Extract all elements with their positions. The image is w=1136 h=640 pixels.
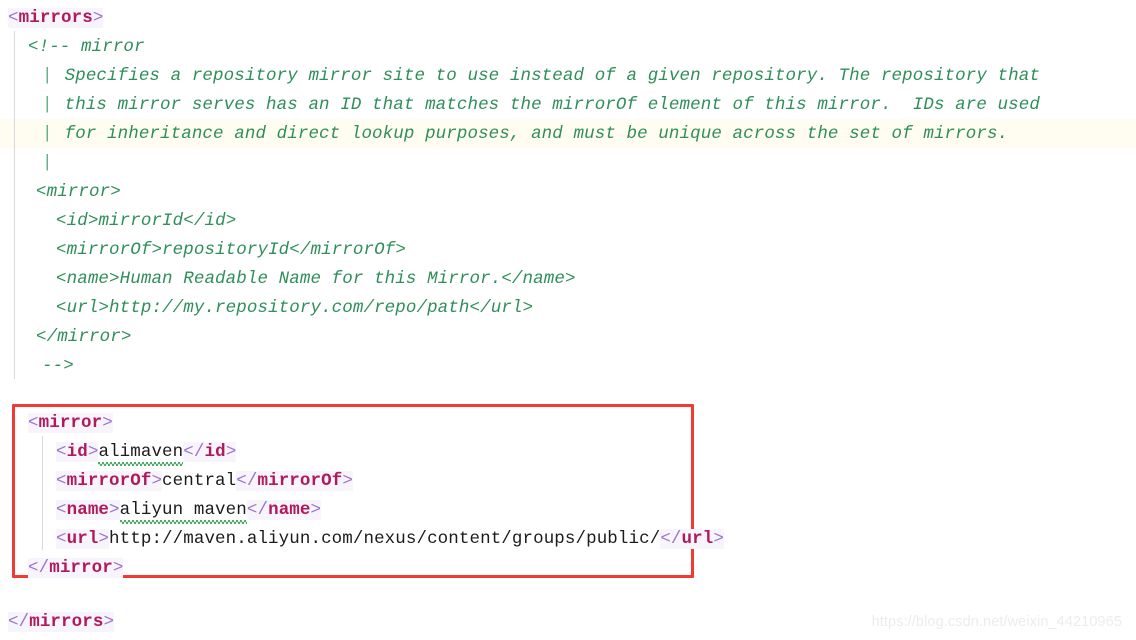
tag-name-id: id (66, 442, 88, 462)
angle-bracket-close: > (112, 558, 124, 578)
angle-bracket-close: > (109, 500, 120, 520)
comment-text-2: this mirror serves has an ID that matche… (64, 95, 1040, 115)
angle-bracket-close: > (310, 500, 322, 520)
angle-bracket-open-slash: </ (246, 500, 269, 520)
value-name: aliyun maven (119, 496, 248, 525)
angle-bracket-close: > (103, 612, 115, 632)
indent-guide-level-1 (14, 31, 15, 379)
code-line-active-mirrorof[interactable]: <mirrorOf>central</mirrorOf> (48, 467, 353, 496)
comment-close-marker: --> (42, 356, 74, 376)
angle-bracket-open-slash: </ (183, 442, 205, 462)
angle-bracket-open-slash: </ (28, 558, 50, 578)
code-line-comment-close[interactable]: --> (34, 352, 74, 381)
angle-bracket-open: < (8, 8, 19, 28)
sample-name-line: <name>Human Readable Name for this Mirro… (56, 269, 576, 289)
angle-bracket-close: > (92, 8, 104, 28)
code-line-mirrors-open[interactable]: <mirrors> (0, 4, 104, 33)
sample-mirrorof-line: <mirrorOf>repositoryId</mirrorOf> (56, 240, 406, 260)
tag-name-mirrorof: mirrorOf (66, 471, 152, 491)
tag-name-mirrors-close: mirrors (29, 612, 104, 632)
code-line-comment-2[interactable]: | this mirror serves has an ID that match… (34, 91, 1040, 120)
value-url: http://maven.aliyun.com/nexus/content/gr… (109, 529, 661, 549)
code-line-sample-id[interactable]: <id>mirrorId</id> (48, 207, 236, 236)
code-line-active-url[interactable]: <url>http://maven.aliyun.com/nexus/conte… (48, 525, 724, 554)
code-line-comment-3[interactable]: | for inheritance and direct lookup purpo… (34, 120, 1008, 149)
angle-bracket-close: > (98, 529, 110, 549)
comment-text-3: for inheritance and direct lookup purpos… (64, 124, 1009, 144)
angle-bracket-open-slash: </ (8, 612, 30, 632)
code-line-sample-mirror-open[interactable]: <mirror> (28, 178, 121, 207)
value-id: alimaven (98, 438, 183, 467)
angle-bracket-close: > (225, 442, 237, 462)
value-mirrorof: central (162, 471, 237, 491)
sample-mirror-open-tag: <mirror> (36, 182, 121, 202)
sample-name-value: Human Readable Name for this Mirror. (119, 269, 502, 289)
tag-name-url-close: url (681, 529, 714, 549)
tag-name-url: url (66, 529, 99, 549)
sample-name-tag: name (66, 269, 110, 289)
code-line-active-mirror-open[interactable]: <mirror> (20, 409, 113, 438)
sample-mirrorof-value: repositoryId (162, 240, 290, 260)
comment-bar-icon: | (42, 66, 53, 86)
code-line-comment-4[interactable]: | (34, 149, 65, 178)
sample-url-value: http://my.repository.com/repo/path (109, 298, 470, 318)
code-line-sample-url[interactable]: <url>http://my.repository.com/repo/path<… (48, 294, 533, 323)
code-line-sample-name[interactable]: <name>Human Readable Name for this Mirro… (48, 265, 576, 294)
angle-bracket-close: > (342, 471, 353, 491)
angle-bracket-open: < (56, 529, 67, 549)
tag-name-mirrorof-close: mirrorOf (257, 471, 343, 491)
angle-bracket-open: < (28, 413, 39, 433)
sample-id-tag-close: id (204, 211, 226, 231)
angle-bracket-close: > (151, 471, 163, 491)
code-line-sample-mirror-close[interactable]: </mirror> (28, 323, 131, 352)
tag-name-name-close: name (268, 500, 311, 520)
tag-name-id-close: id (204, 442, 226, 462)
angle-bracket-open: < (56, 471, 67, 491)
angle-bracket-close: > (87, 442, 99, 462)
code-line-comment-open[interactable]: <!-- mirror (20, 33, 145, 62)
code-line-comment-1[interactable]: | Specifies a repository mirror site to u… (34, 62, 1040, 91)
angle-bracket-close: > (102, 413, 113, 433)
sample-id-line: <id>mirrorId</id> (56, 211, 237, 231)
angle-bracket-open-slash: </ (660, 529, 682, 549)
comment-text-1: Specifies a repository mirror site to us… (64, 66, 1040, 86)
sample-mirrorof-tag-close: mirrorOf (310, 240, 396, 260)
sample-url-tag: url (66, 298, 99, 318)
angle-bracket-close: > (713, 529, 724, 549)
code-editor-surface[interactable]: <mirrors> <!-- mirror | Specifies a repos… (0, 0, 1136, 640)
tag-name-mirror-close: mirror (49, 558, 113, 578)
angle-bracket-open: < (56, 500, 67, 520)
code-line-active-mirror-close[interactable]: </mirror> (20, 554, 124, 583)
angle-bracket-open-slash: </ (236, 471, 258, 491)
sample-url-line: <url>http://my.repository.com/repo/path<… (56, 298, 534, 318)
comment-bar-icon: | (42, 153, 53, 173)
code-line-mirrors-close[interactable]: </mirrors> (0, 608, 115, 637)
tag-name-mirror: mirror (38, 413, 103, 433)
code-line-active-id[interactable]: <id>alimaven</id> (48, 438, 237, 467)
tag-name-mirrors: mirrors (18, 8, 93, 28)
sample-name-tag-close: name (522, 269, 565, 289)
code-line-active-name[interactable]: <name>aliyun maven</name> (48, 496, 322, 525)
sample-mirrorof-tag: mirrorOf (66, 240, 152, 260)
sample-url-tag-close: url (490, 298, 523, 318)
sample-id-value: mirrorId (98, 211, 184, 231)
comment-open-marker: <!-- mirror (28, 37, 145, 57)
comment-bar-icon: | (42, 95, 53, 115)
watermark-url: https://blog.csdn.net/weixin_44210965 (871, 614, 1122, 630)
comment-bar-icon: | (42, 124, 53, 144)
code-line-sample-mirrorof[interactable]: <mirrorOf>repositoryId</mirrorOf> (48, 236, 406, 265)
sample-id-open: < (56, 211, 67, 231)
sample-id-tag: id (66, 211, 88, 231)
tag-name-name: name (66, 500, 110, 520)
angle-bracket-open: < (56, 442, 67, 462)
sample-mirror-close-tag: </mirror> (36, 327, 132, 347)
